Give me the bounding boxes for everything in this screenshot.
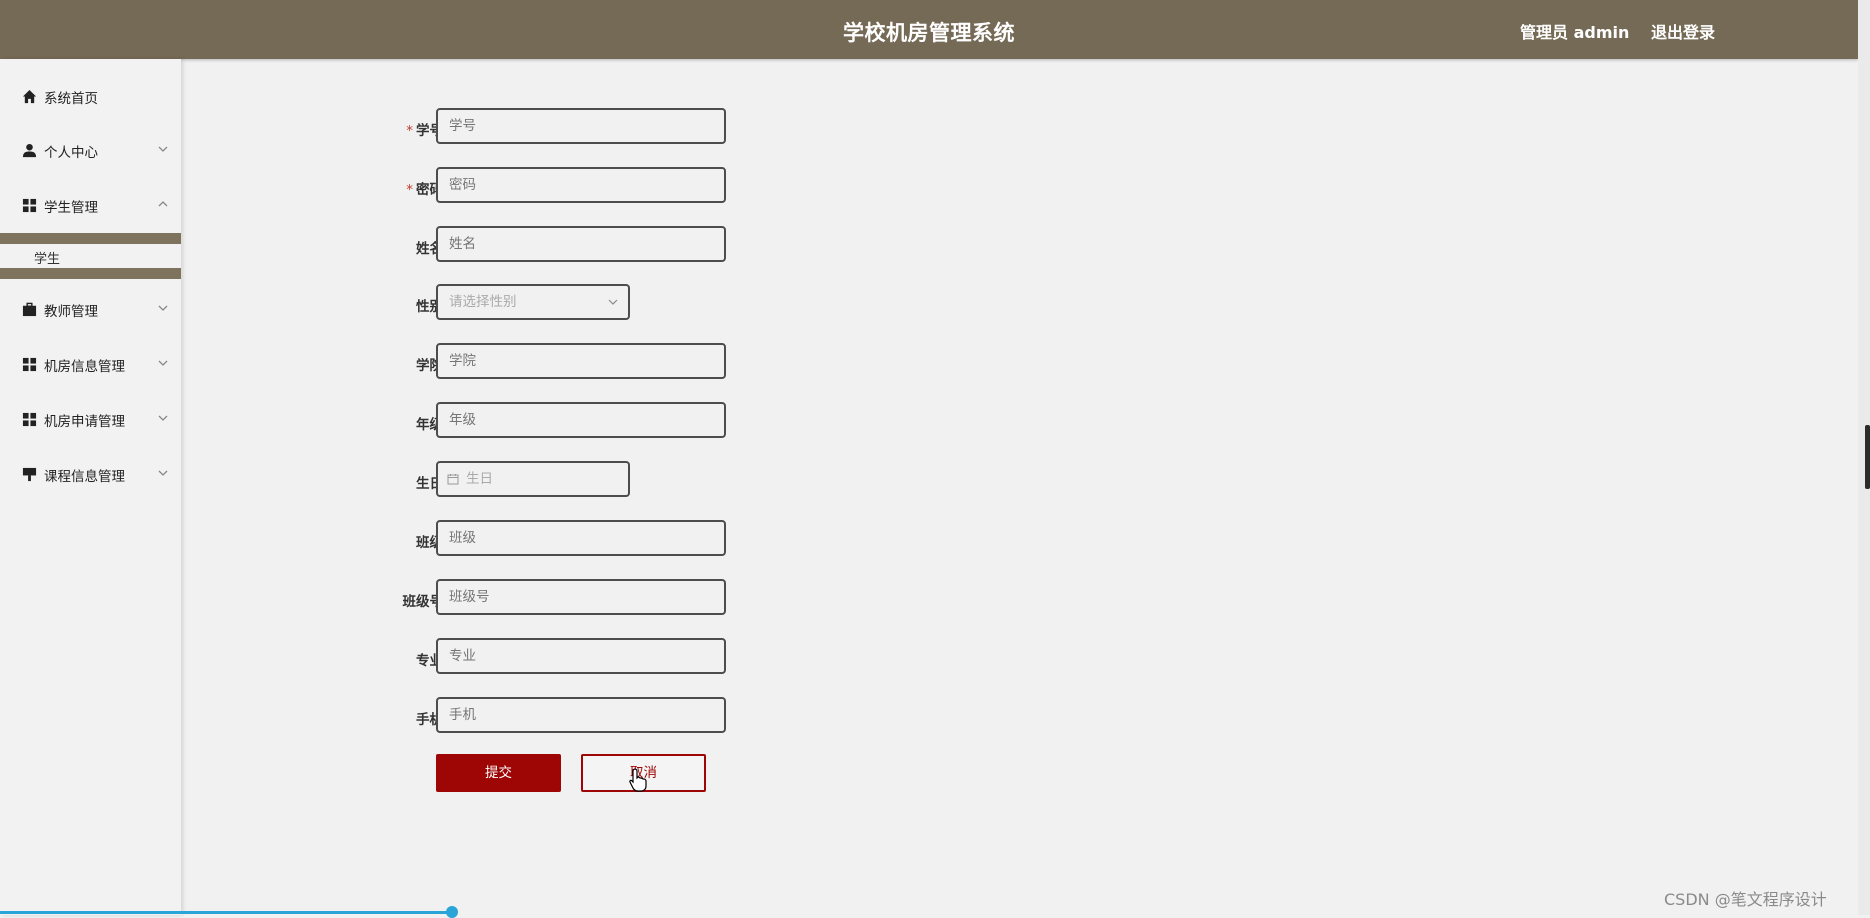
current-user: 管理员 admin (1520, 23, 1630, 42)
hand-cursor-icon (629, 768, 647, 792)
required-mark: * (406, 182, 413, 198)
logout-link[interactable]: 退出登录 (1651, 19, 1715, 43)
sidebar-item-profile[interactable]: 个人中心 (0, 131, 181, 171)
form-row-class: 班级 (370, 520, 770, 560)
grid-icon (22, 357, 37, 372)
sidebar-item-label: 系统首页 (44, 91, 98, 107)
major-input[interactable] (436, 638, 726, 674)
watermark-text: CSDN @笔文程序设计 (1664, 890, 1827, 909)
grid-icon (22, 412, 37, 427)
password-input[interactable] (436, 167, 726, 203)
grade-input[interactable] (436, 402, 726, 438)
form-row-class-number: 班级号 (370, 579, 770, 619)
form-row-student-id: * 学号 (370, 108, 770, 148)
submenu-item-student[interactable]: 学生 (0, 244, 181, 268)
form-row-college: 学院 (370, 343, 770, 383)
class-input[interactable] (436, 520, 726, 556)
sidebar-item-room-apply[interactable]: 机房申请管理 (0, 400, 181, 440)
birthday-placeholder: 生日 (466, 471, 493, 487)
chevron-up-icon (158, 201, 168, 207)
submit-button[interactable]: 提交 (436, 754, 561, 792)
sidebar-item-course-info[interactable]: 课程信息管理 (0, 455, 181, 495)
briefcase-icon (22, 302, 37, 317)
sidebar-item-teachers[interactable]: 教师管理 (0, 290, 181, 330)
top-header: 学校机房管理系统 管理员 admin 退出登录 (0, 0, 1858, 59)
submenu-item-label: 学生 (34, 252, 61, 267)
phone-input[interactable] (436, 697, 726, 733)
grid-icon (22, 198, 37, 213)
form-row-password: * 密码 (370, 167, 770, 207)
form-row-gender: 性别 请选择性别 (370, 284, 770, 324)
required-mark: * (406, 123, 413, 139)
form-row-phone: 手机 (370, 697, 770, 737)
progress-knob[interactable] (446, 906, 458, 918)
submenu-divider-top (0, 233, 181, 244)
chevron-down-icon (158, 470, 168, 476)
sidebar-item-label: 机房信息管理 (44, 359, 125, 375)
form-row-major: 专业 (370, 638, 770, 678)
chevron-down-icon (158, 415, 168, 421)
chevron-down-icon (158, 146, 168, 152)
submenu-divider-bottom (0, 268, 181, 279)
sidebar-item-label: 学生管理 (44, 200, 98, 216)
gender-select[interactable]: 请选择性别 (436, 284, 630, 320)
chevron-down-icon (158, 360, 168, 366)
form-row-birthday: 生日 生日 (370, 461, 770, 501)
form-row-grade: 年级 (370, 402, 770, 442)
sidebar: 系统首页 个人中心 学生管理 学生 教师管理 机房信息管理 机房申请管理 课程信… (0, 59, 181, 915)
college-input[interactable] (436, 343, 726, 379)
chevron-down-icon (608, 299, 618, 305)
scrollbar-thumb[interactable] (1865, 425, 1870, 489)
birthday-date-picker[interactable]: 生日 (436, 461, 630, 497)
sidebar-item-home[interactable]: 系统首页 (0, 77, 181, 117)
sidebar-item-label: 课程信息管理 (44, 469, 125, 485)
sidebar-item-label: 教师管理 (44, 304, 98, 320)
form-row-name: 姓名 (370, 226, 770, 266)
student-id-input[interactable] (436, 108, 726, 144)
user-icon (22, 143, 37, 158)
sidebar-item-label: 个人中心 (44, 145, 98, 161)
sidebar-item-label: 机房申请管理 (44, 414, 125, 430)
home-icon (22, 89, 37, 104)
calendar-icon (447, 474, 459, 485)
gender-select-placeholder: 请选择性别 (449, 294, 517, 310)
class-number-input[interactable] (436, 579, 726, 615)
progress-line (0, 911, 454, 914)
sidebar-item-students[interactable]: 学生管理 (0, 186, 181, 226)
name-input[interactable] (436, 226, 726, 262)
sidebar-item-room-info[interactable]: 机房信息管理 (0, 345, 181, 385)
chevron-down-icon (158, 305, 168, 311)
flag-icon (22, 467, 37, 482)
